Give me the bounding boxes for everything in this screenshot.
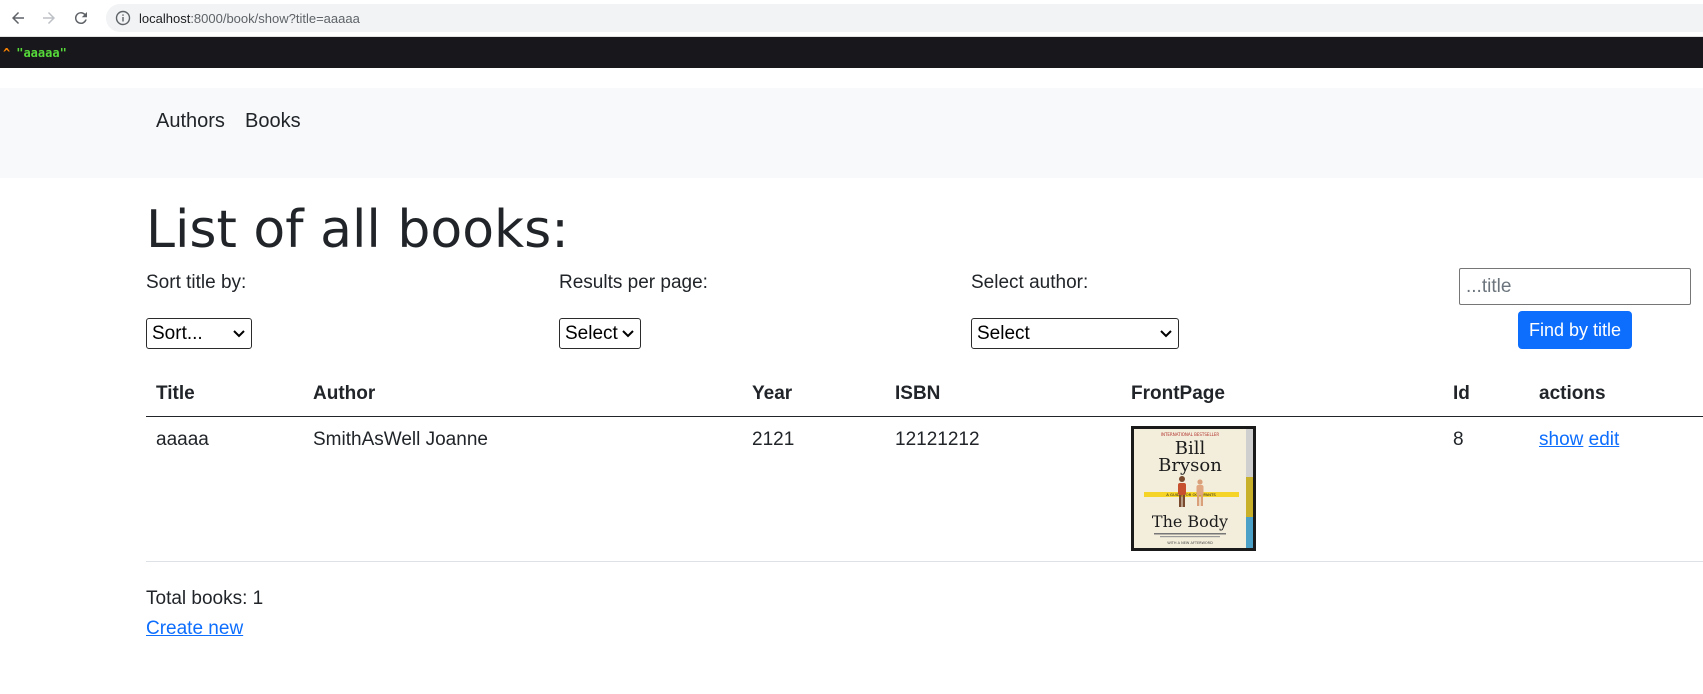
cell-author: SmithAsWell Joanne — [303, 416, 742, 562]
author-select-value: Select — [977, 322, 1030, 344]
cell-year: 2121 — [742, 416, 885, 562]
books-table: Title Author Year ISBN FrontPage Id acti… — [146, 372, 1703, 562]
debug-dump-bar: ^ "aaaaa" — [0, 37, 1703, 68]
total-books-text: Total books: 1 — [146, 588, 264, 609]
forward-icon[interactable] — [37, 6, 61, 30]
table-row: aaaaa SmithAsWell Joanne 2121 12121212 I… — [146, 416, 1703, 562]
cell-isbn: 12121212 — [885, 416, 1121, 562]
column-header-id: Id — [1443, 372, 1529, 417]
cover-subtitle: A GUIDE FOR OCCUPANTS — [1166, 492, 1216, 497]
column-header-actions: actions — [1529, 372, 1703, 417]
column-header-author: Author — [303, 372, 742, 417]
sort-select-value: Sort... — [152, 322, 203, 344]
url-text: localhost:8000/book/show?title=aaaaa — [139, 11, 360, 26]
cell-frontpage: INTERNATIONAL BESTSELLER Bill Bryson A G… — [1121, 416, 1443, 562]
per-page-select[interactable]: Select — [559, 318, 641, 349]
address-bar[interactable]: localhost:8000/book/show?title=aaaaa — [106, 4, 1703, 32]
column-header-frontpage: FrontPage — [1121, 372, 1443, 417]
info-icon[interactable] — [115, 10, 131, 26]
page-title: List of all books: — [146, 200, 569, 260]
book-cover-image: INTERNATIONAL BESTSELLER Bill Bryson A G… — [1131, 425, 1256, 551]
title-search-input[interactable] — [1459, 268, 1691, 305]
table-header-row: Title Author Year ISBN FrontPage Id acti… — [146, 372, 1703, 417]
column-header-year: Year — [742, 372, 885, 417]
column-header-isbn: ISBN — [885, 372, 1121, 417]
nav-link-books[interactable]: Books — [245, 110, 301, 133]
cell-title: aaaaa — [146, 416, 303, 562]
cover-book-title: The Body — [1152, 512, 1228, 531]
author-select[interactable]: Select — [971, 318, 1179, 349]
main-navbar: Authors Books — [0, 88, 1703, 178]
per-page-label: Results per page: — [559, 272, 708, 293]
cover-bottom-line: WITH A NEW AFTERWORD — [1167, 541, 1213, 545]
edit-link[interactable]: edit — [1589, 429, 1620, 450]
find-by-title-button[interactable]: Find by title — [1518, 311, 1632, 349]
cell-actions: show edit — [1529, 416, 1703, 562]
author-label: Select author: — [971, 272, 1089, 293]
browser-toolbar: localhost:8000/book/show?title=aaaaa — [0, 0, 1703, 37]
chevron-down-icon — [233, 329, 245, 338]
dump-value: "aaaaa" — [16, 45, 67, 60]
chevron-down-icon — [1160, 329, 1172, 338]
dump-caret: ^ — [3, 45, 11, 60]
back-icon[interactable] — [6, 6, 30, 30]
url-host: localhost — [139, 10, 191, 26]
nav-link-authors[interactable]: Authors — [156, 110, 225, 133]
column-header-title: Title — [146, 372, 303, 417]
sort-select[interactable]: Sort... — [146, 318, 252, 349]
url-path: :8000/book/show?title=aaaaa — [190, 10, 360, 26]
per-page-select-value: Select — [565, 322, 618, 344]
chevron-down-icon — [622, 329, 634, 338]
show-link[interactable]: show — [1539, 429, 1583, 450]
create-new-link[interactable]: Create new — [146, 618, 243, 640]
cover-top-line: INTERNATIONAL BESTSELLER — [1161, 432, 1220, 437]
cover-author-last: Bryson — [1158, 455, 1222, 476]
reload-icon[interactable] — [69, 6, 93, 30]
sort-label: Sort title by: — [146, 272, 247, 293]
cell-id: 8 — [1443, 416, 1529, 562]
